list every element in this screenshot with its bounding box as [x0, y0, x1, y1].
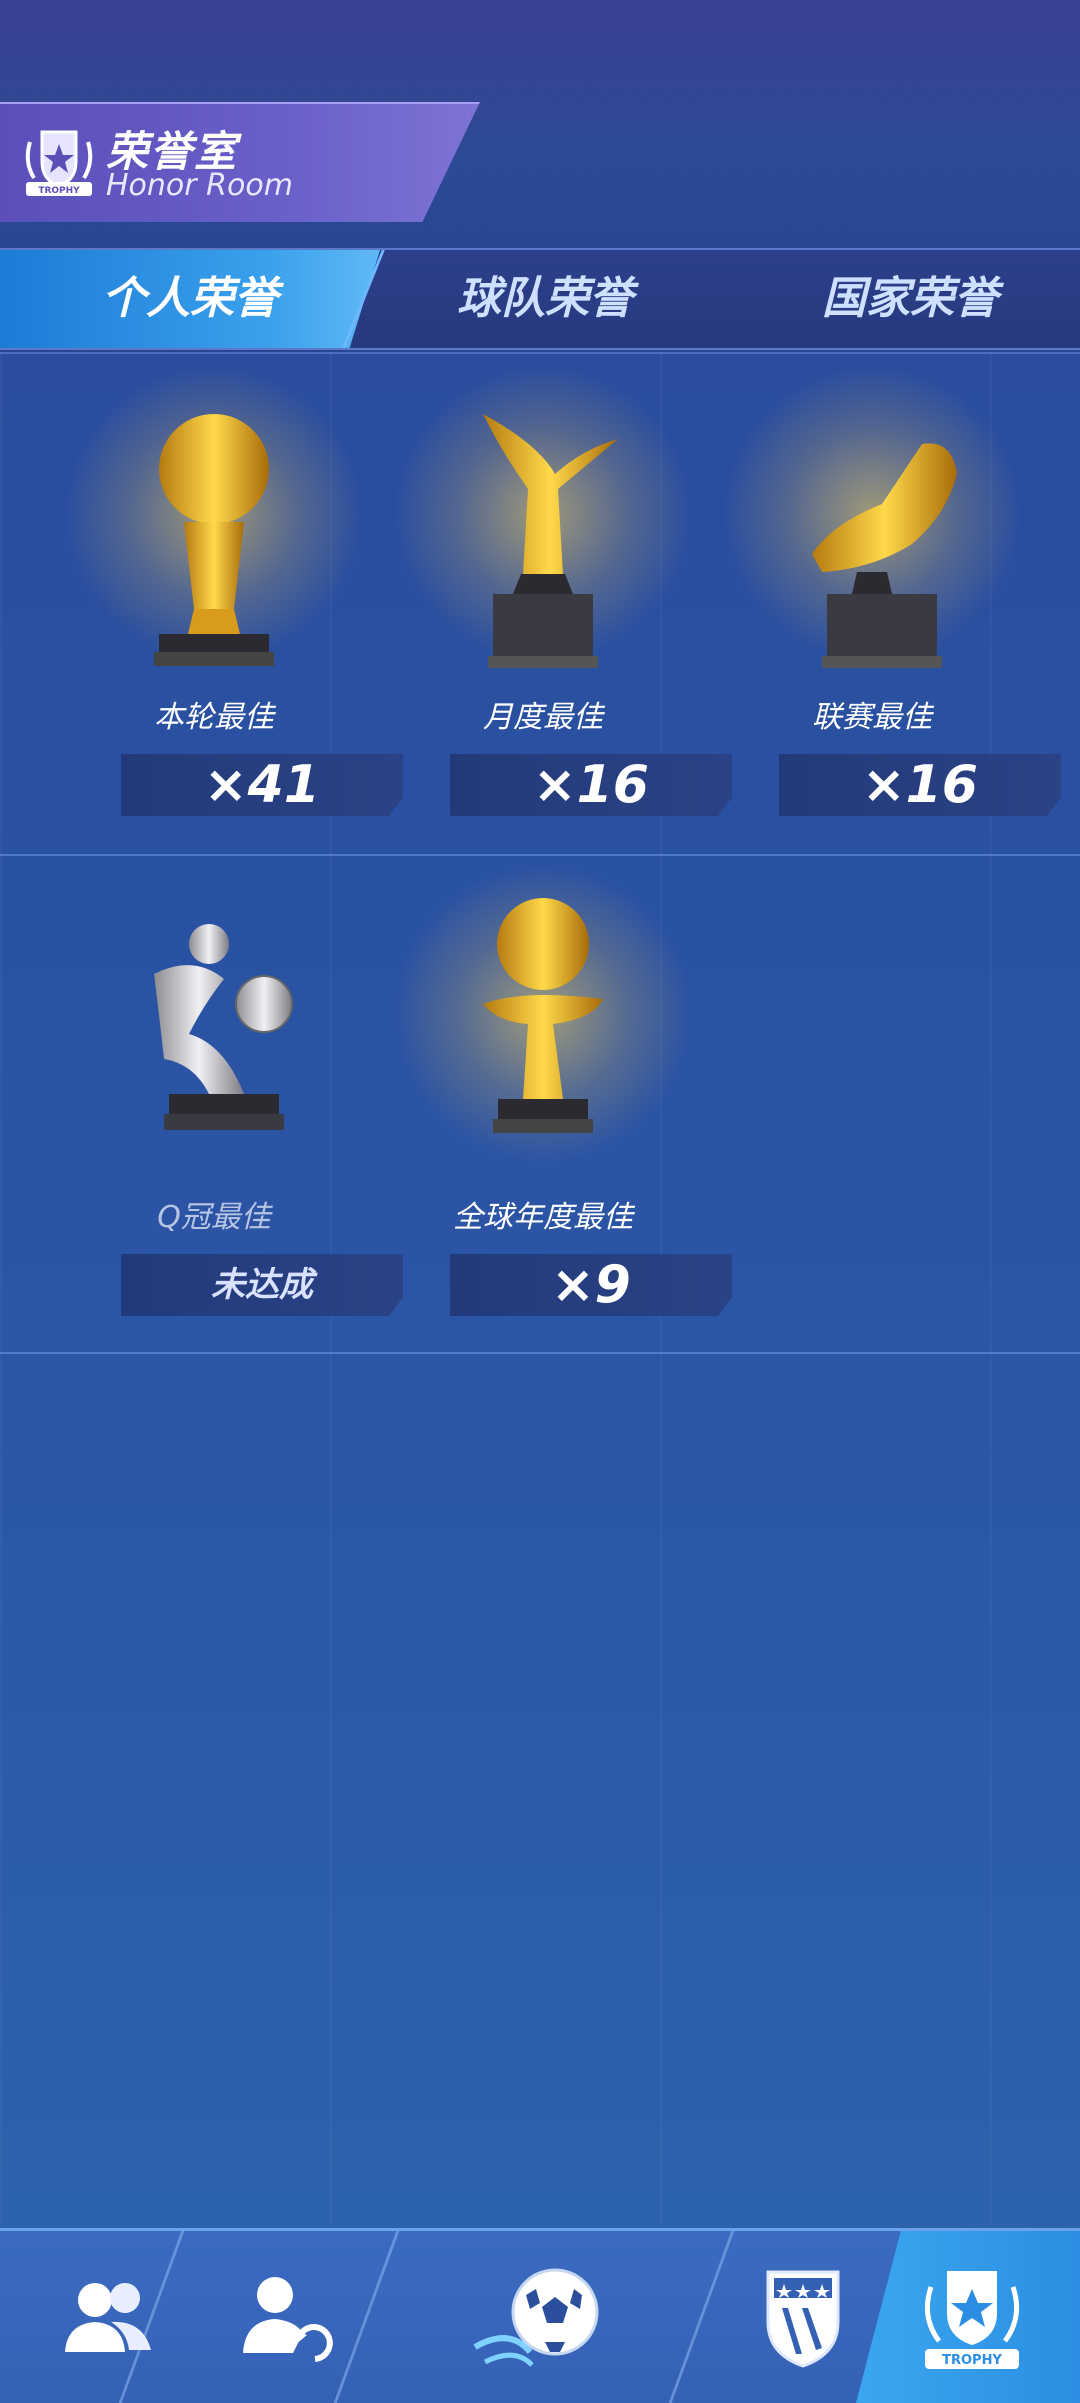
gold-boot-trophy-icon	[812, 443, 957, 668]
honor-label: 本轮最佳	[154, 700, 274, 735]
club-badge-icon	[766, 2270, 840, 2368]
tab-team-honor[interactable]: 球队荣誉	[380, 250, 710, 348]
honor-label: 全球年度最佳	[453, 1200, 633, 1235]
honor-count: ×41	[121, 754, 403, 816]
honor-count: ×16	[779, 754, 1061, 816]
honor-label: 月度最佳	[483, 700, 603, 735]
honor-label: 联赛最佳	[812, 700, 932, 735]
svg-text:TROPHY: TROPHY	[38, 186, 80, 196]
honor-card-round-best[interactable]: 本轮最佳 ×41	[49, 354, 403, 852]
honor-card-league-best[interactable]: 联赛最佳 ×16	[707, 354, 1061, 852]
trophy-emblem-icon: TROPHY	[25, 130, 93, 196]
silver-player-trophy-icon	[154, 924, 293, 1130]
nav-transfer[interactable]	[175, 2231, 391, 2403]
players-icon	[65, 2283, 151, 2352]
gold-ball-trophy-icon	[154, 414, 274, 666]
trophy-emblem-icon: TROPHY	[924, 2271, 1020, 2369]
honor-label: Q冠最佳	[157, 1200, 271, 1235]
nav-trophy[interactable]: TROPHY	[864, 2231, 1080, 2403]
bottom-nav: TROPHY	[0, 2228, 1080, 2403]
honor-card-q-champion-best[interactable]: Q冠最佳 未达成	[49, 854, 403, 1352]
row-divider	[0, 1352, 1080, 1354]
honor-card-monthly-best[interactable]: 月度最佳 ×16	[378, 354, 732, 852]
svg-text:TROPHY: TROPHY	[942, 2353, 1002, 2368]
honor-card-global-annual-best[interactable]: 全球年度最佳 ×9	[378, 854, 732, 1352]
player-swap-icon	[243, 2277, 333, 2362]
tab-national-honor[interactable]: 国家荣誉	[740, 250, 1080, 348]
nav-match[interactable]	[432, 2231, 648, 2403]
honor-grid: 本轮最佳 ×41 月度最佳 ×16 联赛最佳 ×16 Q冠最佳 未达成 全球年度…	[0, 352, 1080, 2224]
honor-tabs: 个人荣誉 球队荣誉 国家荣誉	[0, 248, 1080, 350]
gold-ball-boot-trophy-icon	[483, 898, 603, 1133]
page-header: TROPHY 荣誉室 Honor Room	[0, 102, 480, 222]
honor-count: 未达成	[121, 1254, 403, 1316]
tab-personal-honor[interactable]: 个人荣誉	[0, 250, 380, 348]
honor-count: ×16	[450, 754, 732, 816]
gold-monthly-trophy-icon	[483, 414, 618, 668]
page-subtitle: Honor Room	[106, 168, 293, 203]
soccer-ball-icon	[473, 2268, 599, 2367]
honor-count: ×9	[450, 1254, 732, 1316]
